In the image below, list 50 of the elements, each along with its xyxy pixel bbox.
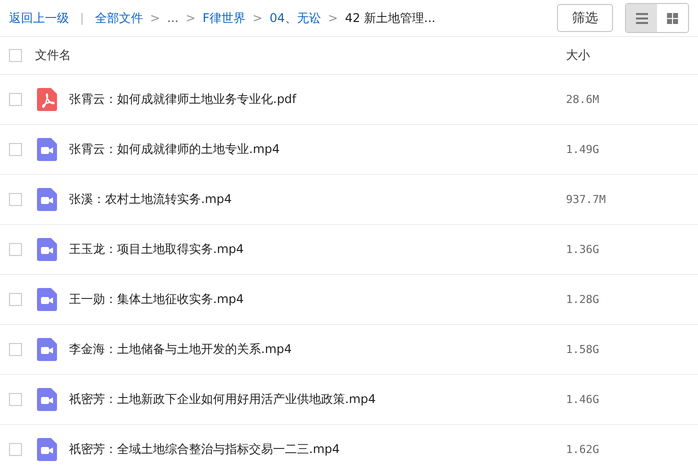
video-file-icon [37,288,57,311]
file-size: 937.7M [566,193,606,206]
file-size: 1.62G [566,443,600,456]
breadcrumb-separator: > [150,11,160,25]
video-file-icon [37,338,57,361]
list-view-icon [636,12,648,24]
row-checkbox[interactable] [9,343,22,356]
file-size: 1.28G [566,293,600,306]
row-checkbox[interactable] [9,293,22,306]
file-name[interactable]: 祇密芳：土地新政下企业如何用好用活产业供地政策.mp4 [69,392,376,406]
row-checkbox[interactable] [9,393,22,406]
breadcrumb-current: 42 新土地管理... [344,10,436,26]
file-size: 1.58G [566,343,600,356]
row-checkbox[interactable] [9,93,22,106]
list-view-button[interactable] [626,4,657,32]
file-size: 1.36G [566,243,600,256]
breadcrumb-link[interactable]: 04、无讼 [270,10,321,26]
file-name[interactable]: 李金海：土地储备与土地开发的关系.mp4 [69,342,292,356]
breadcrumb-separator: > [328,11,338,25]
file-name[interactable]: 张霄云：如何成就律师的土地专业.mp4 [69,142,280,156]
filter-button[interactable]: 筛选 [557,4,613,32]
video-file-icon [37,388,57,411]
breadcrumb-link[interactable]: 全部文件 [95,10,144,26]
breadcrumb-link[interactable]: F律世界 [202,10,246,26]
breadcrumb-divider: | [80,11,84,25]
file-name[interactable]: 祇密芳：全域土地综合整治与指标交易一二三.mp4 [69,442,340,456]
file-name[interactable]: 王一勋：集体土地征收实务.mp4 [69,292,244,306]
video-file-icon [37,438,57,461]
column-header: 大小 [566,48,590,62]
file-size: 28.6M [566,93,600,106]
breadcrumb-link[interactable]: 返回上一级 [9,10,69,26]
row-checkbox[interactable] [9,143,22,156]
file-name[interactable]: 张溪：农村土地流转实务.mp4 [69,192,232,206]
breadcrumb-ellipsis: ... [167,11,179,25]
file-name[interactable]: 王玉龙：项目土地取得实务.mp4 [69,242,244,256]
row-checkbox[interactable] [9,193,22,206]
column-header: 文件名 [35,48,71,62]
row-checkbox[interactable] [9,443,22,456]
grid-view-icon [667,12,678,24]
breadcrumb-separator: > [186,11,196,25]
breadcrumb-separator: > [252,11,263,25]
video-file-icon [37,238,57,261]
pdf-file-icon [37,88,57,111]
row-checkbox[interactable] [9,243,22,256]
file-name[interactable]: 张霄云：如何成就律师土地业务专业化.pdf [69,92,296,106]
file-size: 1.49G [566,143,600,156]
video-file-icon [37,188,57,211]
file-size: 1.46G [566,393,600,406]
video-file-icon [37,138,57,161]
select-all-checkbox[interactable] [9,49,22,62]
